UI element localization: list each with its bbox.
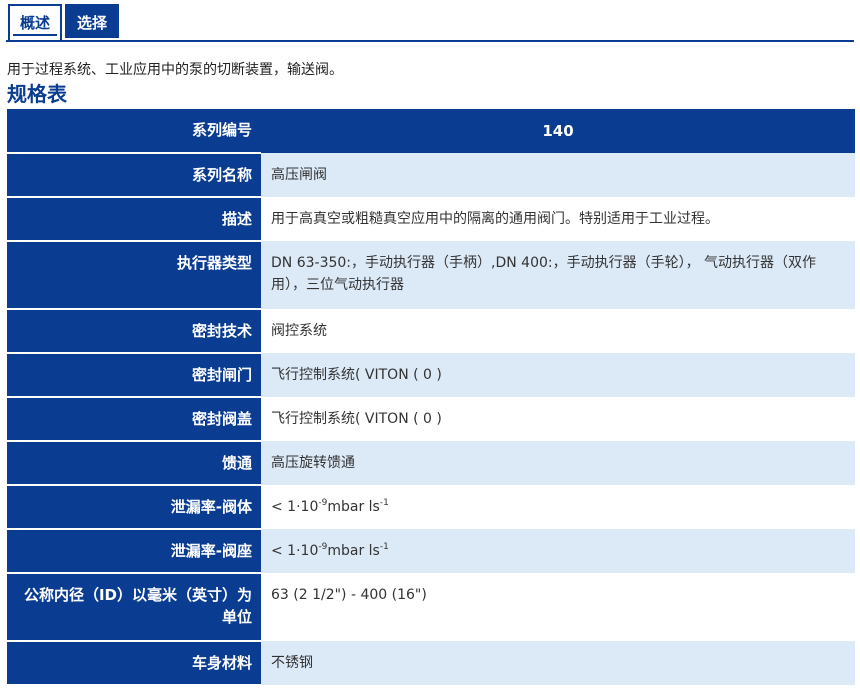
row-label: 执行器类型 — [7, 241, 261, 310]
table-row: 泄漏率-阀座 < 1·10-9mbar ls-1 — [7, 529, 855, 574]
row-value: 用于高真空或粗糙真空应用中的隔离的通用阀门。特别适用于工业过程。 — [261, 197, 855, 241]
spec-title: 规格表 — [7, 82, 67, 106]
table-row: 车身材料 不锈钢 — [7, 641, 855, 686]
row-label: 系列编号 — [7, 109, 261, 154]
row-value: 阀控系统 — [261, 309, 855, 353]
leak-unit-exponent: -1 — [379, 542, 389, 552]
table-row: 泄漏率-阀体 < 1·10-9mbar ls-1 — [7, 485, 855, 530]
leak-unit-exponent: -1 — [379, 498, 389, 508]
table-row: 描述 用于高真空或粗糙真空应用中的隔离的通用阀门。特别适用于工业过程。 — [7, 197, 855, 242]
leak-exponent: -9 — [318, 498, 328, 508]
row-label: 泄漏率-阀体 — [7, 485, 261, 530]
table-row: 系列编号 140 — [7, 109, 855, 154]
row-value: 飞行控制系统( VITON ( 0 ) — [261, 353, 855, 397]
row-label: 密封技术 — [7, 309, 261, 354]
row-label: 泄漏率-阀座 — [7, 529, 261, 574]
row-value: 63 (2 1/2") - 400 (16") — [261, 573, 855, 641]
row-label: 馈通 — [7, 441, 261, 486]
row-value: 不锈钢 — [261, 641, 855, 685]
leak-unit: mbar ls — [327, 543, 380, 559]
leak-prefix: < 1·10 — [271, 543, 319, 559]
row-value: DN 63-350:，手动执行器（手柄）,DN 400:，手动执行器（手轮）， … — [261, 241, 855, 309]
row-label: 系列名称 — [7, 153, 261, 198]
row-label: 密封阀盖 — [7, 397, 261, 442]
row-value: < 1·10-9mbar ls-1 — [261, 485, 855, 529]
table-row: 系列名称 高压闸阀 — [7, 153, 855, 198]
tab-bar: 概述 选择 — [6, 0, 854, 42]
row-label: 密封闸门 — [7, 353, 261, 398]
row-value: 140 — [261, 109, 855, 153]
leak-prefix: < 1·10 — [271, 499, 319, 515]
row-label: 描述 — [7, 197, 261, 242]
row-value: 高压闸阀 — [261, 153, 855, 197]
table-row: 执行器类型 DN 63-350:，手动执行器（手柄）,DN 400:，手动执行器… — [7, 241, 855, 310]
table-row: 密封闸门 飞行控制系统( VITON ( 0 ) — [7, 353, 855, 398]
row-value: < 1·10-9mbar ls-1 — [261, 529, 855, 573]
table-row: 公称内径（ID）以毫米（英寸）为单位 63 (2 1/2") - 400 (16… — [7, 573, 855, 642]
table-row: 馈通 高压旋转馈通 — [7, 441, 855, 486]
tab-overview[interactable]: 概述 — [8, 4, 62, 40]
leak-exponent: -9 — [318, 542, 328, 552]
table-row: 密封阀盖 飞行控制系统( VITON ( 0 ) — [7, 397, 855, 442]
tab-selection[interactable]: 选择 — [65, 4, 119, 38]
row-value: 飞行控制系统( VITON ( 0 ) — [261, 397, 855, 441]
row-label: 车身材料 — [7, 641, 261, 686]
leak-unit: mbar ls — [327, 499, 380, 515]
row-label: 公称内径（ID）以毫米（英寸）为单位 — [7, 573, 261, 642]
spec-table: 系列编号 140 系列名称 高压闸阀 描述 用于高真空或粗糙真空应用中的隔离的通… — [7, 109, 855, 686]
row-value: 高压旋转馈通 — [261, 441, 855, 485]
intro-text: 用于过程系统、工业应用中的泵的切断装置，输送阀。 — [7, 62, 343, 78]
table-row: 密封技术 阀控系统 — [7, 309, 855, 354]
